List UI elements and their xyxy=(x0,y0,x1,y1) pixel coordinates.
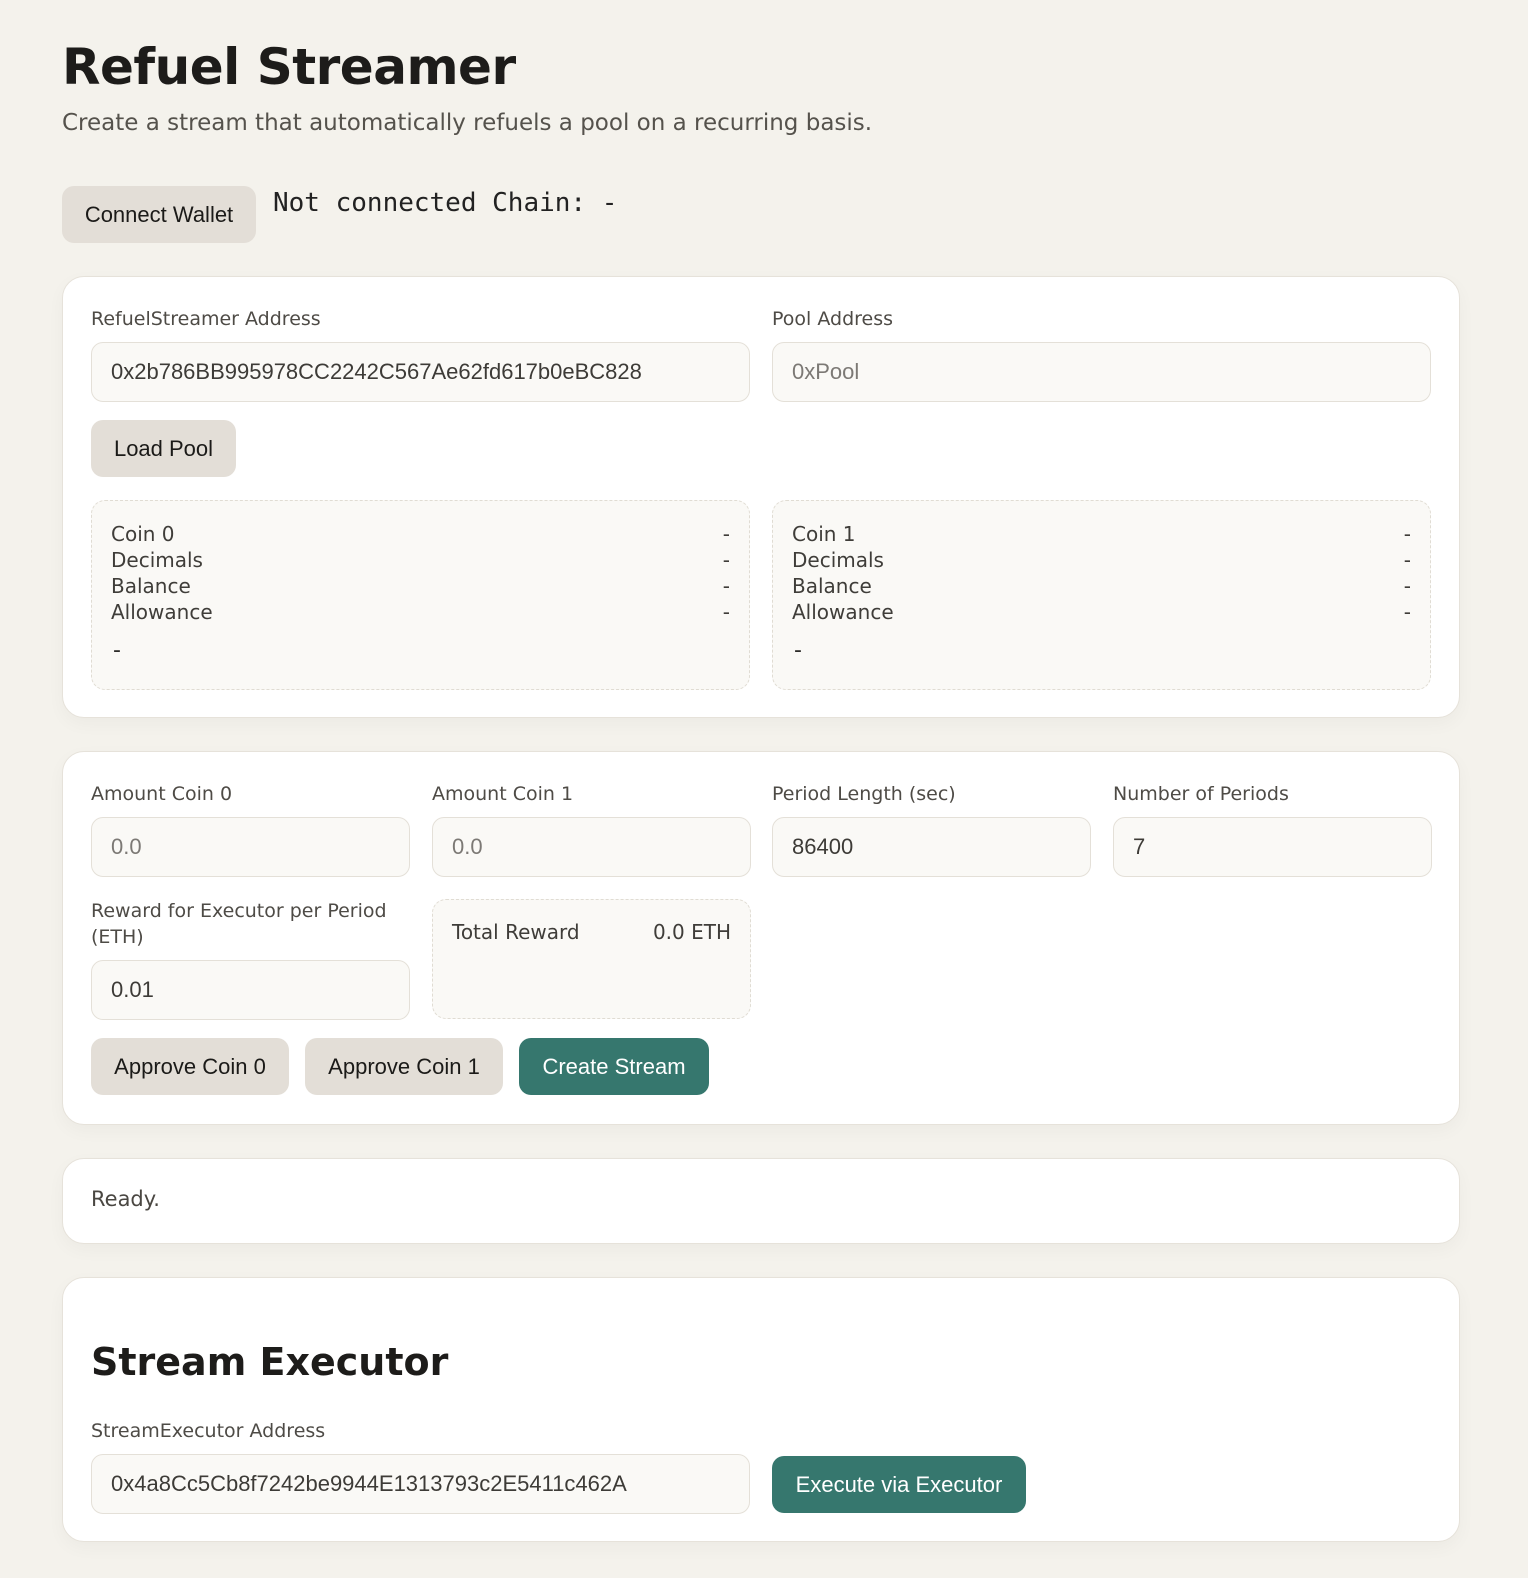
coin0-row-label: Decimals xyxy=(111,548,203,572)
reward-per-period-input[interactable] xyxy=(91,960,410,1020)
coin0-row-coin: Coin 0 - xyxy=(111,521,730,547)
amount-coin1-input[interactable] xyxy=(432,817,751,877)
coin0-row-allowance: Allowance - xyxy=(111,599,730,625)
coin0-row-value: - xyxy=(722,574,730,598)
coin1-row-coin: Coin 1 - xyxy=(792,521,1411,547)
execute-via-executor-button[interactable]: Execute via Executor xyxy=(772,1456,1026,1513)
streamer-address-label: RefuelStreamer Address xyxy=(91,308,321,330)
coin1-row-value: - xyxy=(1403,600,1411,624)
coin0-info-box: Coin 0 - Decimals - Balance - Allowance … xyxy=(91,500,750,690)
connect-wallet-button[interactable]: Connect Wallet xyxy=(62,186,256,243)
streamer-address-input[interactable] xyxy=(91,342,750,402)
coin1-row-label: Coin 1 xyxy=(792,522,856,546)
amount-coin0-label: Amount Coin 0 xyxy=(91,783,233,805)
total-reward-value: 0.0 ETH xyxy=(652,920,731,944)
coin0-row-value: - xyxy=(722,522,730,546)
period-length-label: Period Length (sec) xyxy=(772,783,956,805)
coin0-row-value: - xyxy=(722,600,730,624)
number-of-periods-input[interactable] xyxy=(1113,817,1432,877)
executor-card: Stream Executor StreamExecutor Address E… xyxy=(62,1277,1460,1542)
pool-address-label: Pool Address xyxy=(772,308,894,330)
coin0-row-label: Balance xyxy=(111,574,191,598)
approve-coin0-button[interactable]: Approve Coin 0 xyxy=(91,1038,289,1095)
page-subtitle: Create a stream that automatically refue… xyxy=(62,110,873,136)
coin0-row-value: - xyxy=(722,548,730,572)
load-pool-button[interactable]: Load Pool xyxy=(91,420,236,477)
pool-address-input[interactable] xyxy=(772,342,1431,402)
total-reward-label: Total Reward xyxy=(452,920,580,944)
executor-address-input[interactable] xyxy=(91,1454,750,1514)
coin1-row-balance: Balance - xyxy=(792,573,1411,599)
coin0-row-balance: Balance - xyxy=(111,573,730,599)
coin1-footer: - xyxy=(794,638,802,663)
page-title: Refuel Streamer xyxy=(62,38,516,96)
status-message: Ready. xyxy=(91,1187,160,1211)
executor-address-label: StreamExecutor Address xyxy=(91,1420,326,1442)
coin0-row-label: Allowance xyxy=(111,600,213,624)
coin1-row-decimals: Decimals - xyxy=(792,547,1411,573)
total-reward-box: Total Reward 0.0 ETH xyxy=(432,899,751,1019)
coin1-row-label: Allowance xyxy=(792,600,894,624)
stream-config-card: Amount Coin 0 Amount Coin 1 Period Lengt… xyxy=(62,751,1460,1125)
coin0-footer: - xyxy=(113,638,121,663)
period-length-input[interactable] xyxy=(772,817,1091,877)
coin1-row-label: Decimals xyxy=(792,548,884,572)
total-reward-row: Total Reward 0.0 ETH xyxy=(452,919,731,945)
coin1-row-allowance: Allowance - xyxy=(792,599,1411,625)
coin1-info-box: Coin 1 - Decimals - Balance - Allowance … xyxy=(772,500,1431,690)
executor-title: Stream Executor xyxy=(91,1340,449,1384)
approve-coin1-button[interactable]: Approve Coin 1 xyxy=(305,1038,503,1095)
coin1-row-value: - xyxy=(1403,574,1411,598)
number-of-periods-label: Number of Periods xyxy=(1113,783,1289,805)
coin0-row-decimals: Decimals - xyxy=(111,547,730,573)
connection-status: Not connected Chain: - xyxy=(273,188,618,218)
coin1-row-value: - xyxy=(1403,548,1411,572)
status-card: Ready. xyxy=(62,1158,1460,1244)
reward-per-period-label: Reward for Executor per Period (ETH) xyxy=(91,900,387,948)
amount-coin0-input[interactable] xyxy=(91,817,410,877)
create-stream-button[interactable]: Create Stream xyxy=(519,1038,709,1095)
pool-card: RefuelStreamer Address Pool Address Load… xyxy=(62,276,1460,718)
coin0-row-label: Coin 0 xyxy=(111,522,175,546)
coin1-row-value: - xyxy=(1403,522,1411,546)
coin1-row-label: Balance xyxy=(792,574,872,598)
amount-coin1-label: Amount Coin 1 xyxy=(432,783,574,805)
